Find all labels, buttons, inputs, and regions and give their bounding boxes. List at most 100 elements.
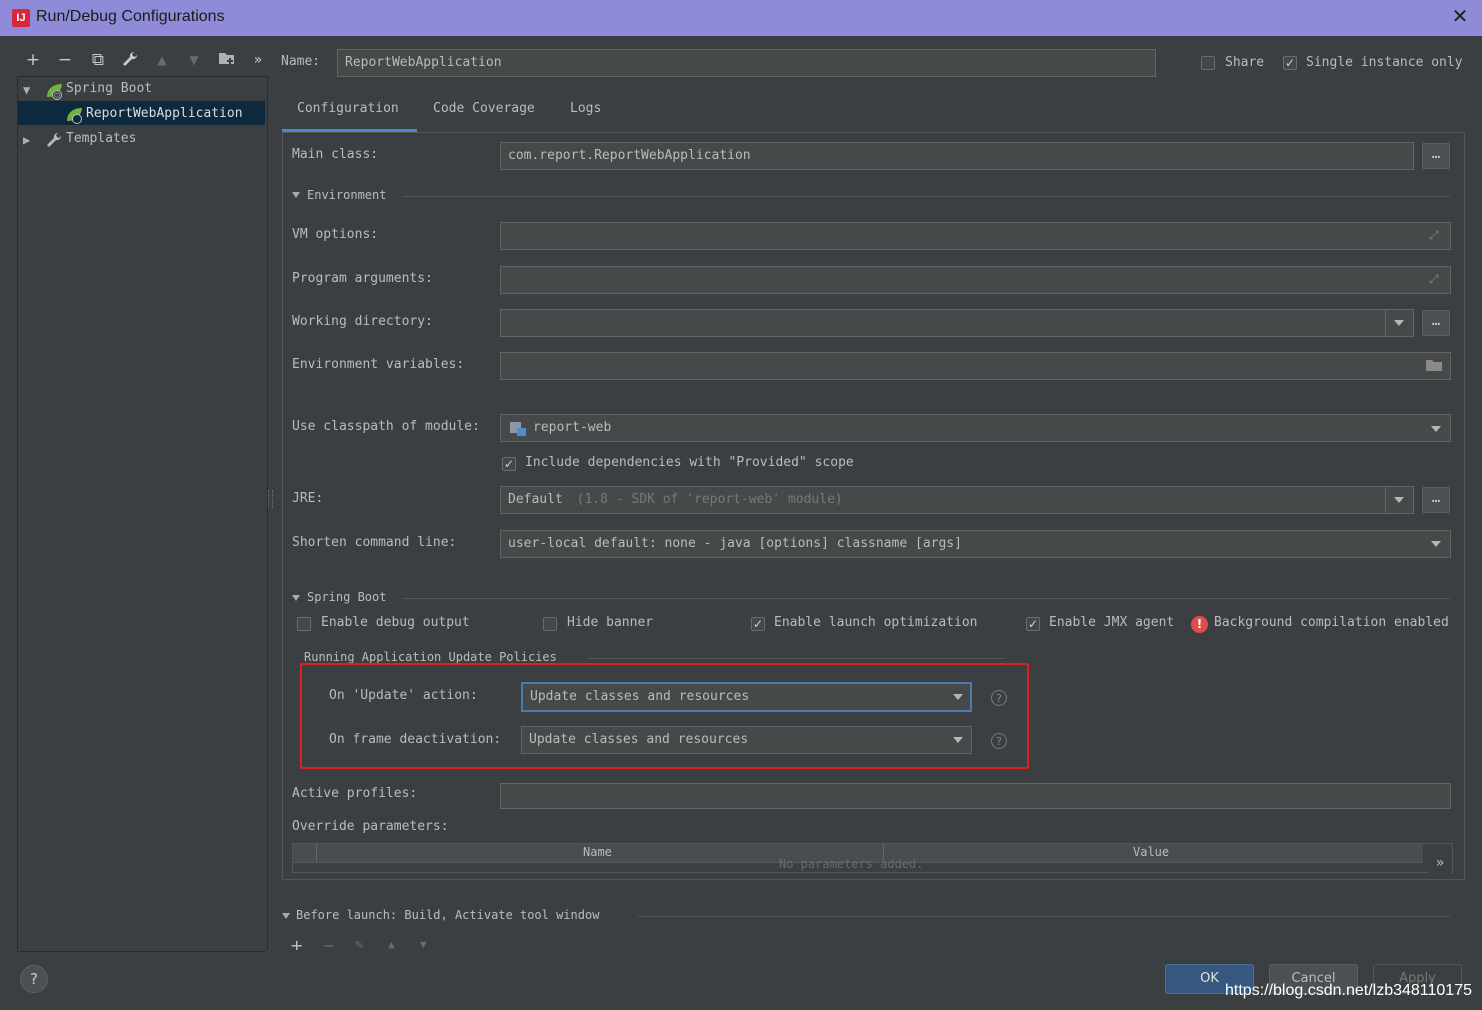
before-launch-separator bbox=[638, 916, 1450, 917]
enable-debug-checkbox[interactable] bbox=[297, 617, 311, 631]
update-policies-separator bbox=[588, 658, 1006, 659]
move-up-icon[interactable]: ▲ bbox=[152, 50, 172, 70]
splitter-handle[interactable] bbox=[268, 490, 273, 508]
on-update-select[interactable]: Update classes and resources bbox=[521, 682, 972, 712]
enable-jmx-checkbox[interactable]: ✓ bbox=[1026, 617, 1040, 631]
on-frame-deactivation-select[interactable]: Update classes and resources bbox=[521, 726, 972, 754]
main-class-browse-button[interactable]: … bbox=[1422, 143, 1450, 169]
help-button[interactable]: ? bbox=[20, 965, 48, 993]
vm-options-input[interactable] bbox=[500, 222, 1451, 250]
environment-header[interactable]: Environment bbox=[307, 188, 386, 202]
shorten-command-line-select[interactable]: user-local default: none - java [options… bbox=[500, 530, 1451, 558]
name-label: Name: bbox=[281, 54, 321, 69]
spring-boot-separator bbox=[402, 598, 1450, 599]
tab-configuration[interactable]: Configuration bbox=[297, 101, 399, 116]
environment-variables-label: Environment variables: bbox=[292, 357, 465, 372]
dropdown-divider bbox=[1385, 310, 1386, 336]
environment-collapse-icon[interactable] bbox=[292, 192, 300, 198]
working-directory-browse-button[interactable]: … bbox=[1422, 310, 1450, 336]
before-launch-header[interactable]: Before launch: Build, Activate tool wind… bbox=[296, 908, 599, 922]
chevron-down-icon[interactable] bbox=[953, 694, 963, 700]
chevron-down-icon[interactable] bbox=[953, 737, 963, 743]
table-col-name[interactable]: Name bbox=[583, 845, 612, 859]
spring-boot-collapse-icon[interactable] bbox=[292, 595, 300, 601]
jre-label: JRE: bbox=[292, 491, 324, 506]
tree-item-templates[interactable]: Templates bbox=[66, 131, 136, 146]
more-icon[interactable]: » bbox=[248, 50, 268, 70]
share-label: Share bbox=[1225, 55, 1265, 70]
enable-launch-optimization-label: Enable launch optimization bbox=[774, 615, 978, 630]
active-profiles-label: Active profiles: bbox=[292, 786, 418, 801]
expand-icon[interactable]: ⤢ bbox=[1429, 272, 1439, 287]
spring-boot-header[interactable]: Spring Boot bbox=[307, 590, 386, 604]
title-bar: IJ Run/Debug Configurations ✕ bbox=[0, 0, 1482, 36]
environment-variables-input[interactable] bbox=[500, 352, 1451, 380]
jre-select[interactable]: Default (1.8 - SDK of 'report-web' modul… bbox=[500, 486, 1414, 514]
jre-browse-button[interactable]: … bbox=[1422, 487, 1450, 513]
enable-launch-optimization-checkbox[interactable]: ✓ bbox=[751, 617, 765, 631]
help-icon[interactable]: ? bbox=[991, 690, 1007, 706]
expand-table-icon[interactable]: » bbox=[1429, 853, 1451, 873]
program-arguments-input[interactable] bbox=[500, 266, 1451, 294]
vm-options-label: VM options: bbox=[292, 227, 379, 242]
main-class-input[interactable]: com.report.ReportWebApplication bbox=[500, 142, 1414, 170]
single-instance-checkbox[interactable]: ✓ bbox=[1283, 56, 1297, 70]
folder-icon[interactable] bbox=[1425, 358, 1443, 376]
jre-hint-text: (1.8 - SDK of 'report-web' module) bbox=[576, 492, 843, 507]
tab-code-coverage[interactable]: Code Coverage bbox=[433, 101, 535, 116]
program-arguments-label: Program arguments: bbox=[292, 271, 433, 286]
table-col-divider bbox=[316, 844, 317, 862]
chevron-down-icon[interactable] bbox=[1431, 541, 1441, 547]
before-launch-collapse-icon[interactable] bbox=[282, 913, 290, 919]
expand-arrow-icon[interactable]: ▼ bbox=[23, 83, 30, 97]
jre-default-text: Default bbox=[508, 492, 563, 507]
working-directory-input[interactable] bbox=[500, 309, 1414, 337]
working-directory-label: Working directory: bbox=[292, 314, 433, 329]
override-parameters-label: Override parameters: bbox=[292, 819, 449, 834]
update-policies-header: Running Application Update Policies bbox=[304, 650, 557, 664]
table-empty-text: No parameters added. bbox=[779, 857, 924, 871]
on-update-label: On 'Update' action: bbox=[329, 688, 478, 703]
dropdown-divider bbox=[1385, 487, 1386, 513]
table-col-value[interactable]: Value bbox=[1133, 845, 1169, 859]
tree-item-spring-boot[interactable]: Spring Boot bbox=[66, 81, 152, 96]
new-folder-icon[interactable] bbox=[217, 50, 237, 70]
hide-banner-checkbox[interactable] bbox=[543, 617, 557, 631]
help-icon[interactable]: ? bbox=[991, 733, 1007, 749]
copy-config-icon[interactable]: ⧉ bbox=[88, 50, 108, 70]
move-down-icon[interactable]: ▼ bbox=[184, 50, 204, 70]
background-compilation-label: Background compilation enabled bbox=[1214, 615, 1449, 630]
close-icon[interactable]: ✕ bbox=[1450, 6, 1470, 28]
main-class-label: Main class: bbox=[292, 147, 379, 162]
edit-defaults-icon[interactable] bbox=[120, 50, 140, 70]
add-config-button[interactable]: + bbox=[23, 50, 43, 70]
hide-banner-label: Hide banner bbox=[567, 615, 654, 630]
include-dependencies-label: Include dependencies with "Provided" sco… bbox=[525, 455, 854, 470]
collapse-arrow-icon[interactable]: ▶ bbox=[23, 133, 30, 147]
spring-boot-icon: ⏻ bbox=[44, 82, 64, 104]
tree-item-report-web-application[interactable]: ReportWebApplication bbox=[86, 106, 243, 121]
shorten-command-line-label: Shorten command line: bbox=[292, 535, 457, 550]
intellij-app-icon: IJ bbox=[12, 9, 30, 27]
error-icon: ! bbox=[1191, 616, 1208, 633]
environment-separator bbox=[402, 196, 1450, 197]
config-tree-panel bbox=[17, 76, 268, 952]
chevron-down-icon[interactable] bbox=[1394, 497, 1404, 503]
on-frame-deactivation-label: On frame deactivation: bbox=[329, 732, 502, 747]
classpath-select[interactable]: report-web bbox=[500, 414, 1451, 442]
name-input[interactable]: ReportWebApplication bbox=[337, 49, 1156, 77]
module-icon bbox=[509, 421, 527, 441]
include-dependencies-checkbox[interactable]: ✓ bbox=[502, 457, 516, 471]
remove-config-button[interactable]: − bbox=[55, 50, 75, 70]
watermark-text: https://blog.csdn.net/lzb348110175 bbox=[1225, 982, 1472, 999]
chevron-down-icon[interactable] bbox=[1394, 320, 1404, 326]
enable-debug-label: Enable debug output bbox=[321, 615, 470, 630]
spring-boot-app-icon bbox=[64, 106, 84, 128]
tab-logs[interactable]: Logs bbox=[570, 101, 601, 116]
share-checkbox[interactable] bbox=[1201, 56, 1215, 70]
active-profiles-input[interactable] bbox=[500, 783, 1451, 809]
svg-text:⏻: ⏻ bbox=[54, 92, 60, 100]
override-parameters-table: Name Value No parameters added. bbox=[292, 843, 1453, 873]
chevron-down-icon[interactable] bbox=[1431, 426, 1441, 432]
expand-icon[interactable]: ⤢ bbox=[1429, 228, 1439, 243]
